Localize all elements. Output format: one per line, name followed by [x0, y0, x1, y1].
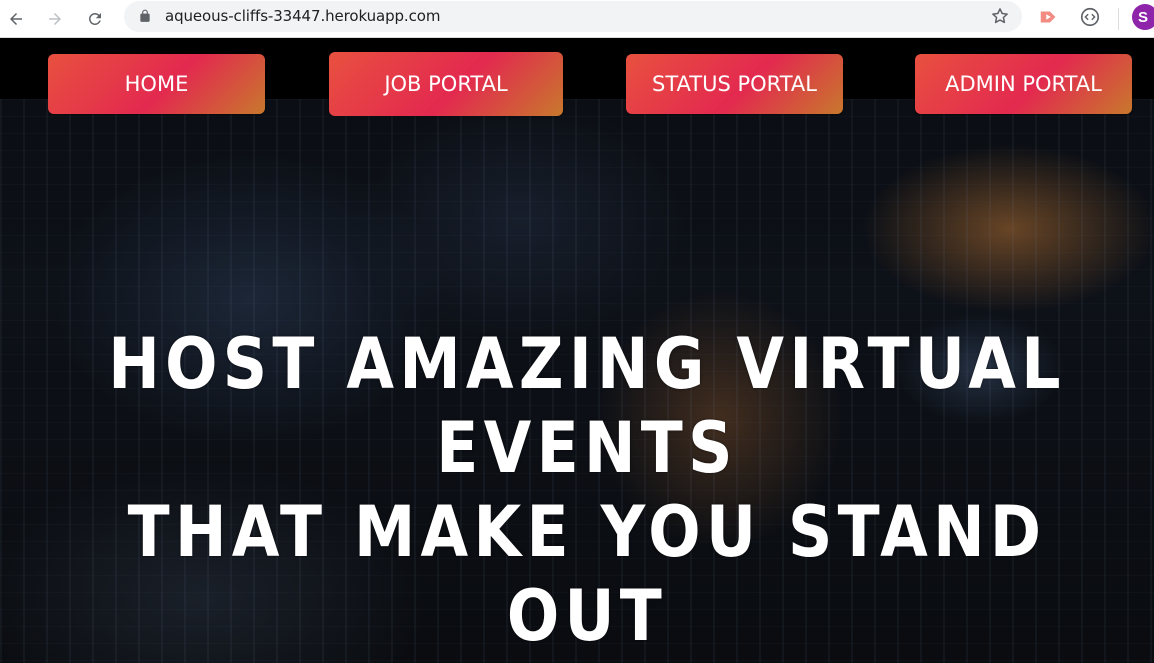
browser-toolbar: aqueous-cliffs-33447.herokuapp.com S: [0, 0, 1154, 38]
hero-line-1: HOST AMAZING VIRTUAL: [108, 323, 1066, 405]
hero-heading: HOST AMAZING VIRTUAL EVENTS THAT MAKE YO…: [106, 322, 1069, 658]
page-content: HOME JOB PORTAL STATUS PORTAL ADMIN PORT…: [0, 39, 1154, 663]
lock-icon[interactable]: [138, 9, 152, 23]
toolbar-divider: [1118, 8, 1119, 30]
forward-arrow-icon[interactable]: [41, 5, 69, 33]
url-text[interactable]: aqueous-cliffs-33447.herokuapp.com: [165, 7, 440, 25]
hero-line-3: THAT MAKE YOU STAND: [127, 491, 1047, 573]
back-arrow-icon[interactable]: [2, 5, 30, 33]
profile-avatar[interactable]: S: [1132, 4, 1154, 30]
hero-line-2: EVENTS: [436, 407, 738, 489]
extension-code-icon[interactable]: [1078, 5, 1102, 29]
nav-job-portal-button[interactable]: JOB PORTAL: [329, 52, 563, 116]
nav-status-portal-button[interactable]: STATUS PORTAL: [626, 54, 843, 114]
nav-admin-portal-button[interactable]: ADMIN PORTAL: [915, 54, 1132, 114]
nav-home-button[interactable]: HOME: [48, 54, 265, 114]
reload-icon[interactable]: [81, 5, 109, 33]
address-bar[interactable]: aqueous-cliffs-33447.herokuapp.com: [124, 1, 1022, 32]
extension-play-icon[interactable]: [1037, 5, 1061, 29]
star-icon[interactable]: [990, 6, 1010, 26]
hero-line-4: OUT: [506, 575, 668, 657]
